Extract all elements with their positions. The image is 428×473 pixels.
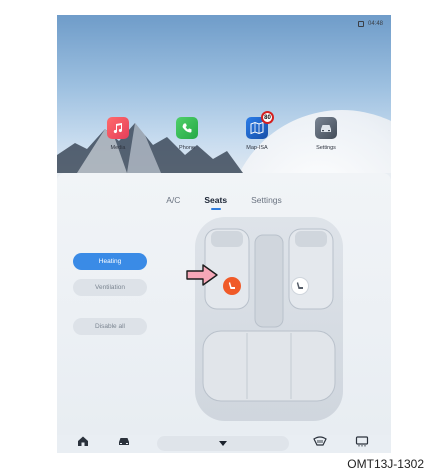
clock: 04:48 xyxy=(367,21,383,27)
seat-heat-icon xyxy=(228,282,235,289)
ventilation-button[interactable]: Ventilation xyxy=(73,279,147,296)
car-settings-icon xyxy=(315,117,337,139)
chevron-down-icon xyxy=(219,441,227,446)
cabin-seat-map xyxy=(195,217,343,421)
app-label: Settings xyxy=(316,145,336,151)
home-icon[interactable] xyxy=(77,435,89,447)
app-label: Map-ISA xyxy=(246,145,268,151)
front-defrost-icon[interactable] xyxy=(355,435,369,447)
tab-seats[interactable]: Seats xyxy=(204,195,227,205)
app-dock: Media Phone 80 Map-ISA Settings xyxy=(57,111,391,157)
app-label: Media xyxy=(110,145,126,151)
music-note-icon xyxy=(107,117,129,139)
tab-ac[interactable]: A/C xyxy=(166,195,180,205)
app-phone[interactable]: Phone xyxy=(167,117,207,151)
app-settings[interactable]: Settings xyxy=(306,117,346,151)
app-media[interactable]: Media xyxy=(98,117,138,151)
car-icon[interactable] xyxy=(117,435,131,447)
page: 04:48 Media Phone 80 Map-ISA Settings A/… xyxy=(0,0,428,473)
battery-icon xyxy=(357,21,364,27)
status-bar: 04:48 xyxy=(357,21,383,27)
map-icon: 80 xyxy=(246,111,274,139)
phone-icon xyxy=(176,117,198,139)
figure-code: OMT13J-1302 xyxy=(347,457,424,471)
climate-drawer-handle[interactable] xyxy=(157,436,289,451)
app-map-isa[interactable]: 80 Map-ISA xyxy=(237,111,277,151)
app-label: Phone xyxy=(179,145,195,151)
disable-all-button[interactable]: Disable all xyxy=(73,318,147,335)
panel-tabs: A/C Seats Settings xyxy=(57,195,391,205)
seat-heat-icon xyxy=(296,282,303,289)
driver-seat-heat-button[interactable] xyxy=(223,277,241,295)
speed-limit-badge: 80 xyxy=(261,111,274,124)
tab-settings[interactable]: Settings xyxy=(251,195,282,205)
climate-panel: A/C Seats Settings Heating Ventilation D… xyxy=(57,173,391,435)
bottom-bar xyxy=(57,435,391,453)
home-wallpaper: 04:48 Media Phone 80 Map-ISA Settings xyxy=(57,15,391,173)
heating-button[interactable]: Heating xyxy=(73,253,147,270)
rear-defrost-icon[interactable] xyxy=(313,435,327,447)
infotainment-screen: 04:48 Media Phone 80 Map-ISA Settings A/… xyxy=(57,15,391,453)
passenger-seat-heat-button[interactable] xyxy=(291,277,309,295)
pointer-arrow-icon xyxy=(186,264,218,286)
